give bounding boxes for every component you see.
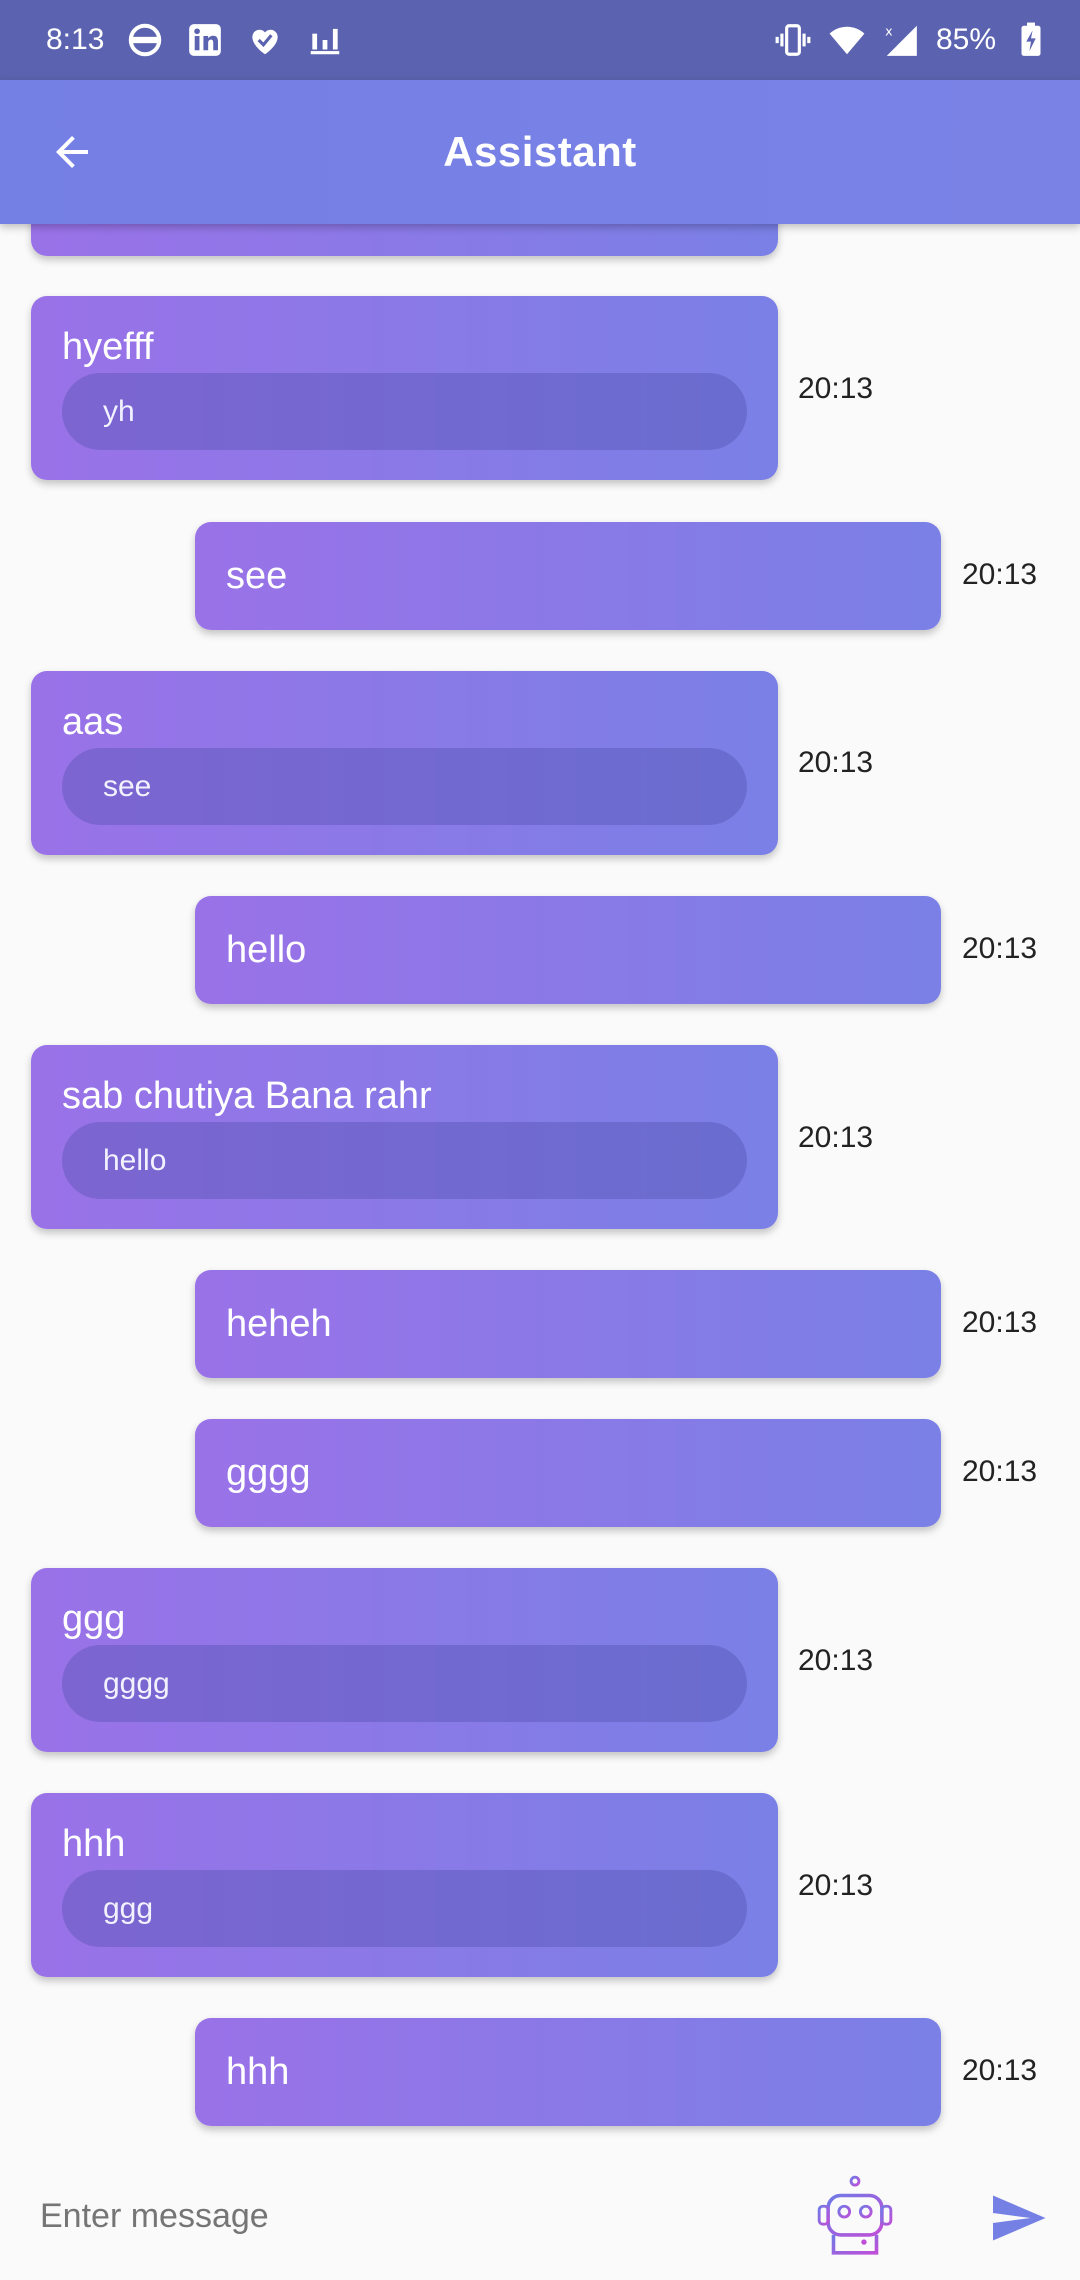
stats-icon [306, 21, 344, 59]
message-time: 20:13 [798, 1644, 874, 1677]
user-message-bubble[interactable]: hhh [195, 2018, 941, 2126]
message-text: heheh [226, 1303, 332, 1345]
page-title: Assistant [443, 128, 637, 175]
message-time: 20:13 [798, 1869, 874, 1902]
message-time: 20:13 [962, 2054, 1038, 2087]
replied-message: ggg [62, 1870, 747, 1947]
replied-message: see [62, 748, 747, 825]
user-message-bubble[interactable]: heheh [195, 1270, 941, 1378]
message-text: hhh [226, 2051, 290, 2093]
message-text: hello [226, 929, 307, 971]
battery-percent: 85% [935, 23, 996, 56]
message-text: see [226, 555, 288, 597]
message-text: hyefff [62, 326, 154, 368]
robot-assistant-icon[interactable] [812, 2174, 898, 2260]
status-time: 8:13 [46, 23, 105, 56]
chat-list[interactable]: hyefff yh 20:13 see 20:13 aas see 20:13 … [0, 224, 1080, 2154]
bot-message-bubble[interactable]: hhh ggg [31, 1793, 778, 1977]
bot-message-bubble[interactable]: ggg gggg [31, 1568, 778, 1752]
message-time: 20:13 [962, 932, 1038, 965]
message-text: ggg [62, 1598, 126, 1640]
vibrate-icon [774, 21, 812, 59]
linkedin-icon [186, 21, 224, 59]
bot-message-bubble[interactable]: hyefff yh [31, 296, 778, 480]
message-time: 20:13 [962, 1455, 1038, 1488]
user-message-bubble[interactable]: hello [195, 896, 941, 1004]
message-time: 20:13 [798, 372, 874, 405]
signal-icon: x [882, 21, 920, 59]
message-time: 20:13 [962, 558, 1038, 591]
send-icon[interactable] [988, 2188, 1048, 2248]
message-input[interactable] [40, 2188, 780, 2244]
message-text: gggg [226, 1452, 311, 1494]
subway-icon [126, 21, 164, 59]
user-message-bubble[interactable]: see [195, 522, 941, 630]
bot-message-bubble[interactable]: sab chutiya Bana rahr hello [31, 1045, 778, 1229]
back-arrow-icon[interactable] [44, 124, 100, 180]
svg-text:x: x [885, 23, 893, 38]
health-heart-icon [246, 21, 284, 59]
message-text: sab chutiya Bana rahr [62, 1075, 432, 1117]
status-bar: 8:13 x 85% [0, 0, 1080, 80]
battery-charging-icon [1012, 21, 1050, 59]
app-bar: Assistant [0, 80, 1080, 224]
message-text: hhh [62, 1823, 126, 1865]
replied-message: hello [62, 1122, 747, 1199]
bot-message-bubble[interactable]: aas see [31, 671, 778, 855]
message-time: 20:13 [798, 746, 874, 779]
message-time: 20:13 [962, 1306, 1038, 1339]
replied-message: yh [62, 373, 747, 450]
message-text: aas [62, 701, 124, 743]
message-bubble-partial[interactable] [31, 224, 778, 256]
message-composer [0, 2154, 1080, 2280]
user-message-bubble[interactable]: gggg [195, 1419, 941, 1527]
wifi-icon [828, 21, 866, 59]
replied-message: gggg [62, 1645, 747, 1722]
message-time: 20:13 [798, 1121, 874, 1154]
